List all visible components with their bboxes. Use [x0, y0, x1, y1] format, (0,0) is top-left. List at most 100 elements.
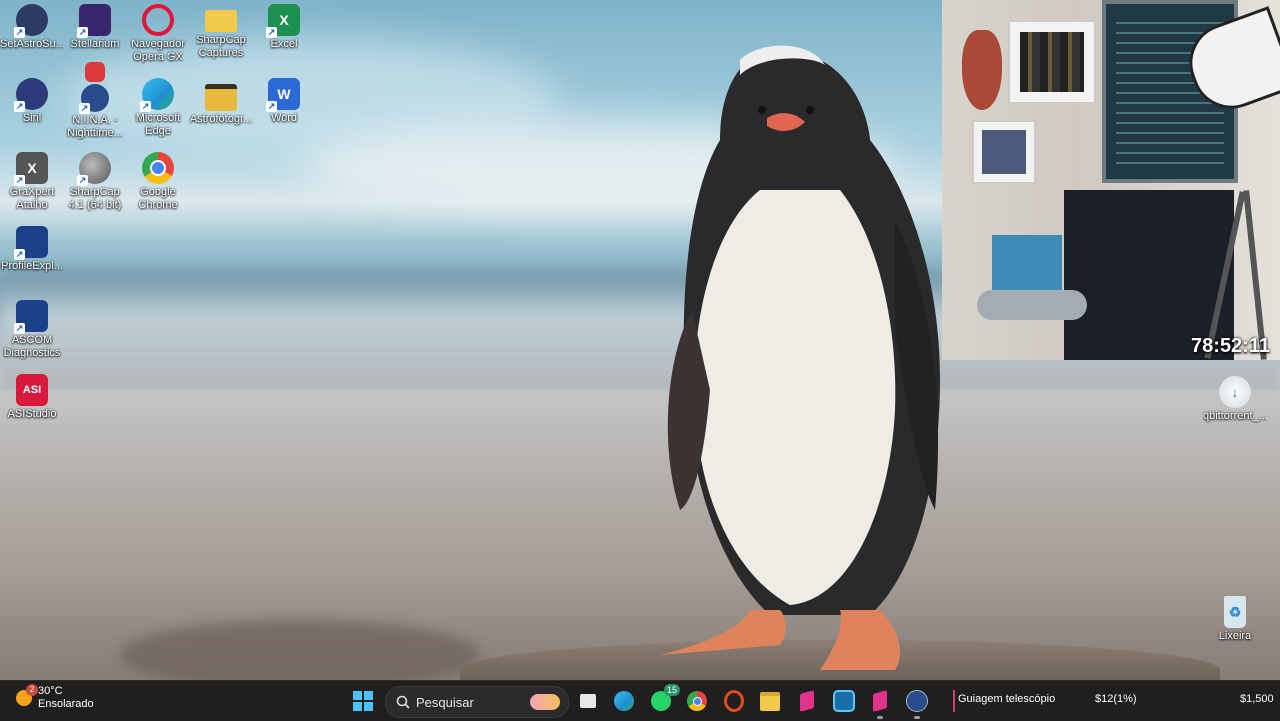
- task-view-icon: [580, 694, 596, 708]
- taskbar-app-blue[interactable]: [830, 687, 858, 715]
- edge-icon: [614, 691, 634, 711]
- desktop-icon-label: GraXpert Atalho: [9, 186, 55, 211]
- taskbar: 2 30°C Ensolarado Pesquisar 15 Guiagem t…: [0, 680, 1280, 721]
- shortcut-arrow-icon: ↗: [266, 101, 277, 112]
- desktop-icon-label: Word: [270, 112, 298, 124]
- shortcut-arrow-icon: ↗: [79, 103, 90, 114]
- taskbar-nina[interactable]: [903, 687, 931, 719]
- taskbar-edge[interactable]: [610, 687, 638, 715]
- recycle-bin-icon: ♻: [1224, 596, 1246, 628]
- whatsapp-badge: 15: [663, 684, 680, 696]
- app-icon: [873, 690, 887, 712]
- folder-icon: [760, 691, 780, 711]
- app-icon: [800, 690, 814, 712]
- whatsapp-icon: 15: [651, 684, 680, 711]
- notification-badge: 2: [26, 684, 38, 696]
- nina-icon: [906, 690, 928, 712]
- desktop-icon-graxpert[interactable]: X ↗ GraXpert Atalho: [0, 148, 64, 212]
- desktop-icon-recycle-bin[interactable]: ♻ Lixeira: [1203, 592, 1267, 643]
- search-highlight-icon: [530, 694, 560, 710]
- shortcut-arrow-icon: ↗: [14, 323, 25, 334]
- folder-icon: [205, 84, 237, 111]
- graxpert-icon: X ↗: [14, 152, 48, 186]
- desktop-icon-astrofotografia[interactable]: Astrofotogr...: [189, 74, 253, 126]
- folder-icon: [205, 10, 237, 32]
- desktop-icon-word[interactable]: W ↗ Word: [252, 74, 316, 125]
- shelf-box: [972, 120, 1036, 184]
- desktop-icon-label: Astrofotogr...: [189, 113, 253, 125]
- stellarium-icon: ↗: [77, 4, 111, 38]
- shortcut-arrow-icon: ↗: [14, 101, 25, 112]
- desktop-icon-label: qbittorrent_...: [1203, 410, 1267, 422]
- desktop-icon-profileexplorer[interactable]: ↗ ProfileExpl...: [0, 222, 64, 273]
- desktop-icon-asistudio[interactable]: ASI ASIStudio: [0, 370, 64, 421]
- shortcut-arrow-icon: ↗: [266, 27, 277, 38]
- desktop-icon-stellarium[interactable]: ↗ Stellarium: [63, 0, 127, 51]
- desktop-icon-sharpcap[interactable]: ↗ SharpCap 4.1 (64 bit): [63, 148, 127, 212]
- desktop-icon-label: SetAstroSu...: [0, 38, 64, 50]
- ticker-value: $1,500: [1240, 693, 1274, 705]
- desktop-icon-label: ProfileExpl...: [1, 260, 63, 272]
- word-icon: W ↗: [266, 78, 300, 112]
- shortcut-arrow-icon: ↗: [14, 249, 25, 260]
- start-button[interactable]: [349, 687, 377, 715]
- desktop-icon-chrome[interactable]: Google Chrome: [126, 148, 190, 212]
- taskbar-app-pink[interactable]: [793, 687, 821, 715]
- search-icon: [396, 695, 410, 709]
- weather-temp: 30°C: [38, 685, 63, 697]
- webcam-overlay: 78:52:11: [942, 0, 1280, 360]
- ticker-value: $12(1%): [1095, 693, 1137, 705]
- taskbar-search-box[interactable]: Pesquisar: [385, 686, 569, 718]
- desktop-icon-nina[interactable]: ↗ N.I.N.A. - Nighttime...: [63, 58, 127, 140]
- sharpcap-icon: ↗: [77, 152, 111, 186]
- bookshelf: [1008, 20, 1096, 104]
- stream-timer: 78:52:11: [1191, 335, 1270, 357]
- ticker-accent-bar: [953, 690, 955, 712]
- shortcut-arrow-icon: ↗: [77, 175, 88, 186]
- desktop-icon-label: ASCOM Diagnostics: [3, 334, 61, 359]
- desktop-icon-label: Microsoft Edge: [135, 112, 181, 137]
- poster: [992, 235, 1062, 295]
- edge-icon: ↗: [140, 78, 174, 112]
- desktop-icon-qbittorrent[interactable]: ↓ qbittorrent_...: [1203, 372, 1267, 423]
- taskbar-task-view[interactable]: [574, 687, 602, 715]
- desktop-icon-ascom-diagnostics[interactable]: ↗ ASCOM Diagnostics: [0, 296, 64, 360]
- sun-icon: 2: [16, 684, 38, 706]
- ticker-label: Guiagem telescópio: [958, 693, 1056, 705]
- desktop-icon-setastrosuite[interactable]: ↗ SetAstroSu...: [0, 0, 64, 51]
- desktop-icon-excel[interactable]: X ↗ Excel: [252, 0, 316, 51]
- taskbar-app-pink-2[interactable]: [866, 687, 894, 719]
- siril-icon: ↗: [14, 78, 48, 112]
- shortcut-arrow-icon: ↗: [77, 27, 88, 38]
- taskbar-chrome[interactable]: [683, 687, 711, 715]
- penguin-wallpaper: [660, 45, 940, 670]
- app-icon: [833, 690, 855, 712]
- desktop-icon-label: Excel: [270, 38, 298, 50]
- desktop-icon-label: Stellarium: [70, 38, 120, 50]
- ascom-diagnostics-icon: ↗: [14, 300, 48, 334]
- desktop-icon-siril[interactable]: ↗ Siril: [0, 74, 64, 125]
- chair: [977, 290, 1087, 320]
- taskbar-file-explorer[interactable]: [756, 687, 784, 715]
- asistudio-icon-text: ASI: [22, 384, 42, 396]
- desktop-icon-label: SharpCap Captures: [196, 34, 246, 59]
- opera-gx-icon: [724, 690, 744, 712]
- weather-condition: Ensolarado: [38, 698, 94, 710]
- taskbar-opera-gx[interactable]: [720, 687, 748, 715]
- shortcut-arrow-icon: ↗: [14, 175, 25, 186]
- desktop-icon-edge[interactable]: ↗ Microsoft Edge: [126, 74, 190, 138]
- chrome-icon: [142, 152, 174, 184]
- desktop-icon-label: Navegador Opera GX: [131, 38, 185, 63]
- taskbar-whatsapp[interactable]: 15: [647, 684, 680, 715]
- excel-icon: X ↗: [266, 4, 300, 38]
- weather-widget[interactable]: 2 30°C Ensolarado: [16, 684, 94, 711]
- search-placeholder: Pesquisar: [416, 694, 474, 710]
- shortcut-arrow-icon: ↗: [140, 101, 151, 112]
- desktop-icon-opera-gx[interactable]: Navegador Opera GX: [126, 0, 190, 64]
- desktop-icon-label: Siril: [22, 112, 42, 124]
- ascom-profile-icon: ↗: [14, 226, 48, 260]
- desktop-icon-label: N.I.N.A. - Nighttime...: [67, 114, 123, 139]
- windows-logo-icon: [353, 691, 373, 711]
- desktop-icon-sharpcap-captures[interactable]: SharpCap Captures: [189, 0, 253, 60]
- desktop-icon-label: ASIStudio: [7, 408, 57, 420]
